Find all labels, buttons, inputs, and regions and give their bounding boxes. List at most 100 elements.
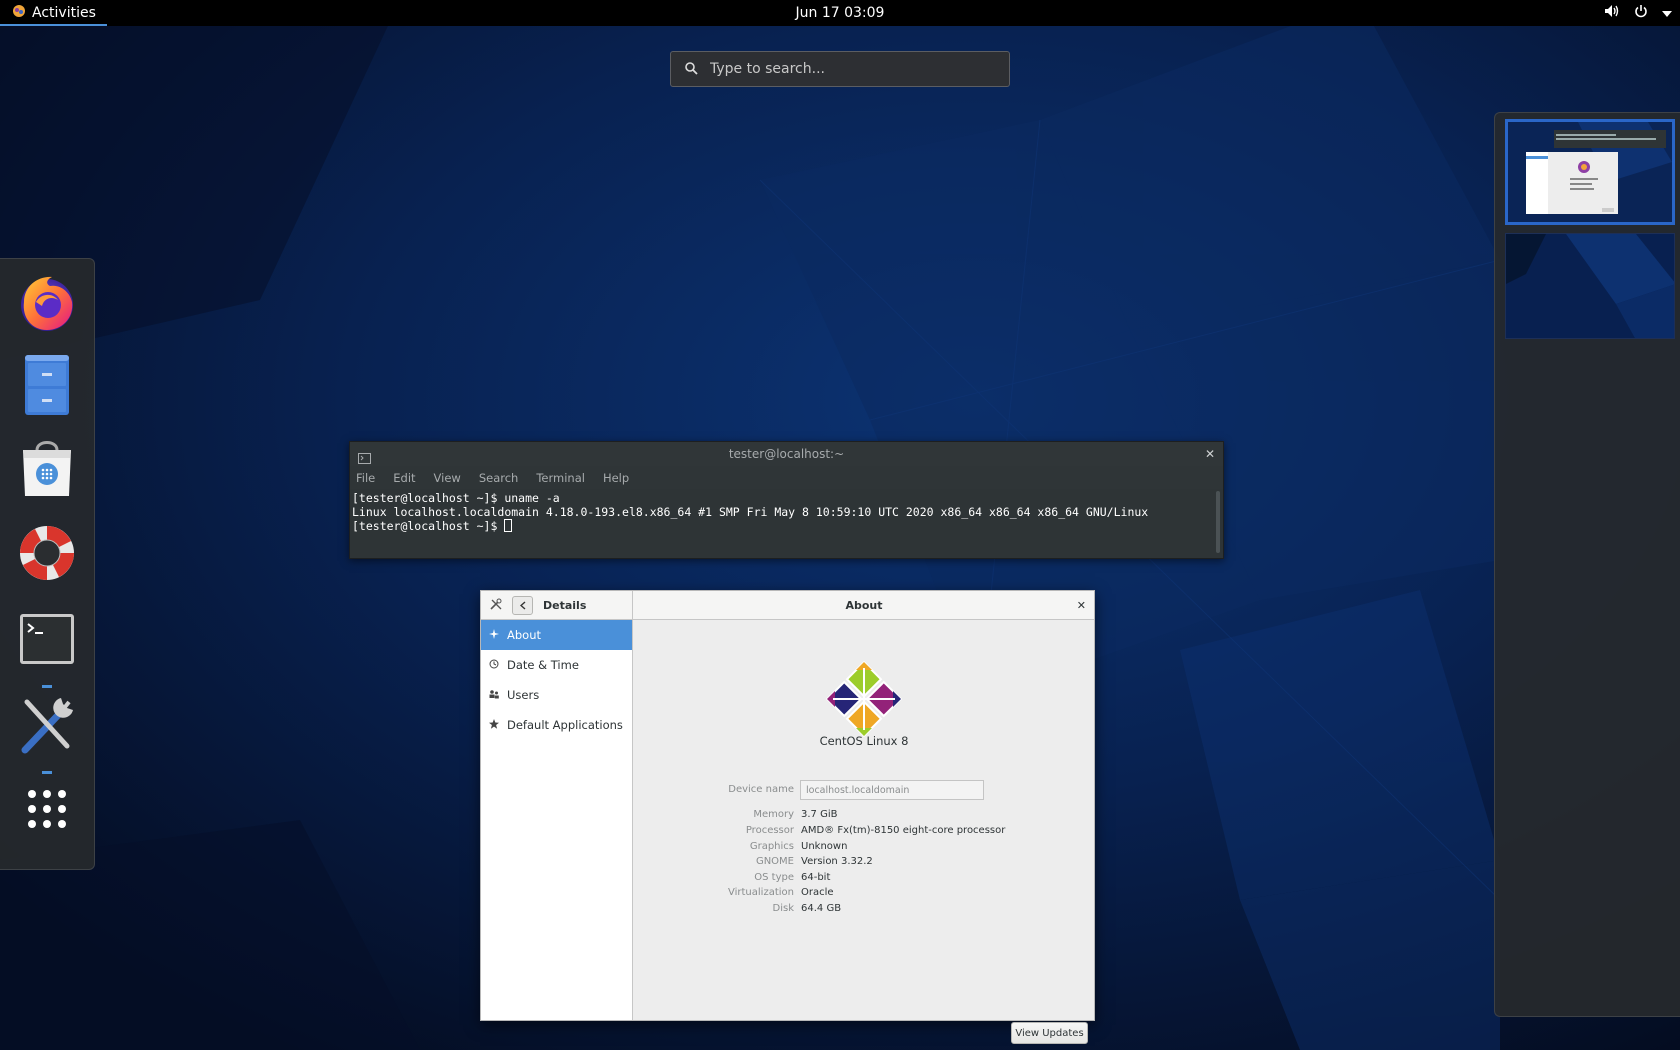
star-icon <box>489 718 499 732</box>
os-type-row: OS type 64-bit <box>634 872 1094 887</box>
disk-label: Disk <box>772 903 794 914</box>
terminal-output[interactable]: [tester@localhost ~]$ uname -a Linux loca… <box>350 489 1223 558</box>
close-icon[interactable]: ✕ <box>1205 442 1215 466</box>
search-bar[interactable] <box>670 51 1010 87</box>
graphics-row: Graphics Unknown <box>634 841 1094 856</box>
disk-row: Disk 64.4 GB <box>634 903 1094 918</box>
menu-terminal[interactable]: Terminal <box>536 471 585 485</box>
users-icon <box>489 688 499 702</box>
os-type-value: 64-bit <box>801 872 831 883</box>
sidebar-item-default-applications[interactable]: Default Applications <box>481 710 632 740</box>
search-icon <box>685 60 698 79</box>
menu-view[interactable]: View <box>434 471 461 485</box>
activities-label: Activities <box>32 5 96 21</box>
terminal-titlebar[interactable]: tester@localhost:~ ✕ <box>350 442 1223 466</box>
dash-item-firefox[interactable] <box>14 269 80 341</box>
terminal-running-indicator <box>42 685 52 688</box>
processor-value: AMD® Fx(tm)-8150 eight-core processor <box>801 825 1006 836</box>
processor-row: Processor AMD® Fx(tm)-8150 eight-core pr… <box>634 825 1094 840</box>
menu-search[interactable]: Search <box>479 471 519 485</box>
dash <box>0 258 95 870</box>
sidebar-item-date-time[interactable]: Date & Time <box>481 650 632 680</box>
terminal-window[interactable]: tester@localhost:~ ✕ File Edit View Sear… <box>349 441 1224 559</box>
graphics-label: Graphics <box>749 841 794 852</box>
gnome-foot-icon <box>12 4 26 22</box>
app-grid-icon <box>26 788 68 834</box>
tools-icon <box>17 694 77 760</box>
show-applications-button[interactable] <box>14 775 80 847</box>
page-title: About <box>845 599 883 612</box>
virtualization-value: Oracle <box>801 887 834 898</box>
centos-logo <box>825 660 903 741</box>
processor-label: Processor <box>745 825 794 836</box>
settings-headerbar[interactable]: Details About ✕ <box>481 591 1094 620</box>
settings-window[interactable]: Details About ✕ About Date & Time Users <box>480 590 1095 1044</box>
back-button[interactable] <box>512 596 533 615</box>
memory-row: Memory 3.7 GiB <box>634 809 1094 824</box>
settings-running-indicator <box>42 771 52 774</box>
files-cabinet-icon <box>22 353 72 421</box>
terminal-menubar: File Edit View Search Terminal Help <box>350 466 1223 489</box>
dash-item-help[interactable] <box>14 519 80 591</box>
os-type-label: OS type <box>754 872 794 883</box>
clock-icon <box>489 658 499 672</box>
caret-down-icon <box>1662 5 1672 21</box>
power-icon <box>1634 4 1648 22</box>
gnome-row: GNOME Version 3.32.2 <box>634 856 1094 871</box>
lifebuoy-icon <box>17 523 77 587</box>
terminal-prompt-line: [tester@localhost ~]$ <box>352 519 1221 533</box>
sidebar-item-label: Default Applications <box>507 718 623 732</box>
menu-edit[interactable]: Edit <box>393 471 415 485</box>
menu-help[interactable]: Help <box>603 471 629 485</box>
chevron-left-icon <box>519 599 526 613</box>
close-button[interactable]: ✕ <box>1077 591 1086 620</box>
gnome-label: GNOME <box>755 856 794 867</box>
about-panel: CentOS Linux 8 Device name Memory 3.7 Gi… <box>634 620 1094 1044</box>
device-name-label: Device name <box>728 784 794 795</box>
virtualization-label: Virtualization <box>728 887 794 898</box>
search-input[interactable] <box>710 61 980 77</box>
top-bar: Activities Jun 17 03:09 <box>0 0 1680 26</box>
workspace-switcher <box>1494 112 1680 1017</box>
terminal-line: [tester@localhost ~]$ uname -a <box>352 491 560 505</box>
disk-value: 64.4 GB <box>801 903 842 914</box>
system-menu[interactable] <box>1604 0 1672 26</box>
sidebar-item-label: Date & Time <box>507 658 579 672</box>
memory-label: Memory <box>753 809 794 820</box>
terminal-icon <box>19 613 75 669</box>
terminal-tab-icon[interactable] <box>358 448 371 472</box>
sidebar-item-label: About <box>507 628 542 642</box>
terminal-title: tester@localhost:~ <box>728 447 845 461</box>
terminal-scrollbar[interactable] <box>1216 491 1220 553</box>
dash-item-files[interactable] <box>14 351 80 423</box>
activities-button[interactable]: Activities <box>0 0 107 26</box>
gnome-value: Version 3.32.2 <box>801 856 873 867</box>
dash-item-settings[interactable] <box>14 691 80 763</box>
terminal-line: Linux localhost.localdomain 4.18.0-193.e… <box>352 505 1149 519</box>
device-name-row: Device name <box>634 780 1094 800</box>
menu-file[interactable]: File <box>356 471 375 485</box>
sidebar-item-label: Users <box>507 688 540 702</box>
dash-item-terminal[interactable] <box>14 605 80 677</box>
dash-item-software[interactable] <box>14 433 80 505</box>
settings-sidebar-header: Details <box>481 591 633 620</box>
firefox-icon <box>16 272 78 338</box>
sidebar-item-users[interactable]: Users <box>481 680 632 710</box>
virtualization-row: Virtualization Oracle <box>634 887 1094 902</box>
terminal-prompt: [tester@localhost ~]$ <box>352 519 505 533</box>
activities-indicator <box>0 24 107 26</box>
software-bag-icon <box>19 436 75 502</box>
sidebar-item-about[interactable]: About <box>481 620 632 650</box>
terminal-cursor <box>504 519 513 532</box>
memory-value: 3.7 GiB <box>801 809 838 820</box>
workspace-thumbnail-2[interactable] <box>1505 233 1675 339</box>
workspace-thumbnail-1[interactable] <box>1505 119 1675 225</box>
tools-icon[interactable] <box>490 598 502 613</box>
clock[interactable]: Jun 17 03:09 <box>796 5 885 21</box>
settings-sidebar: About Date & Time Users Default Applicat… <box>481 620 633 1020</box>
view-updates-button[interactable]: View Updates <box>1011 1022 1088 1044</box>
sparkle-icon <box>489 628 499 642</box>
volume-icon <box>1604 4 1620 22</box>
graphics-value: Unknown <box>801 841 848 852</box>
device-name-field[interactable] <box>800 780 984 800</box>
